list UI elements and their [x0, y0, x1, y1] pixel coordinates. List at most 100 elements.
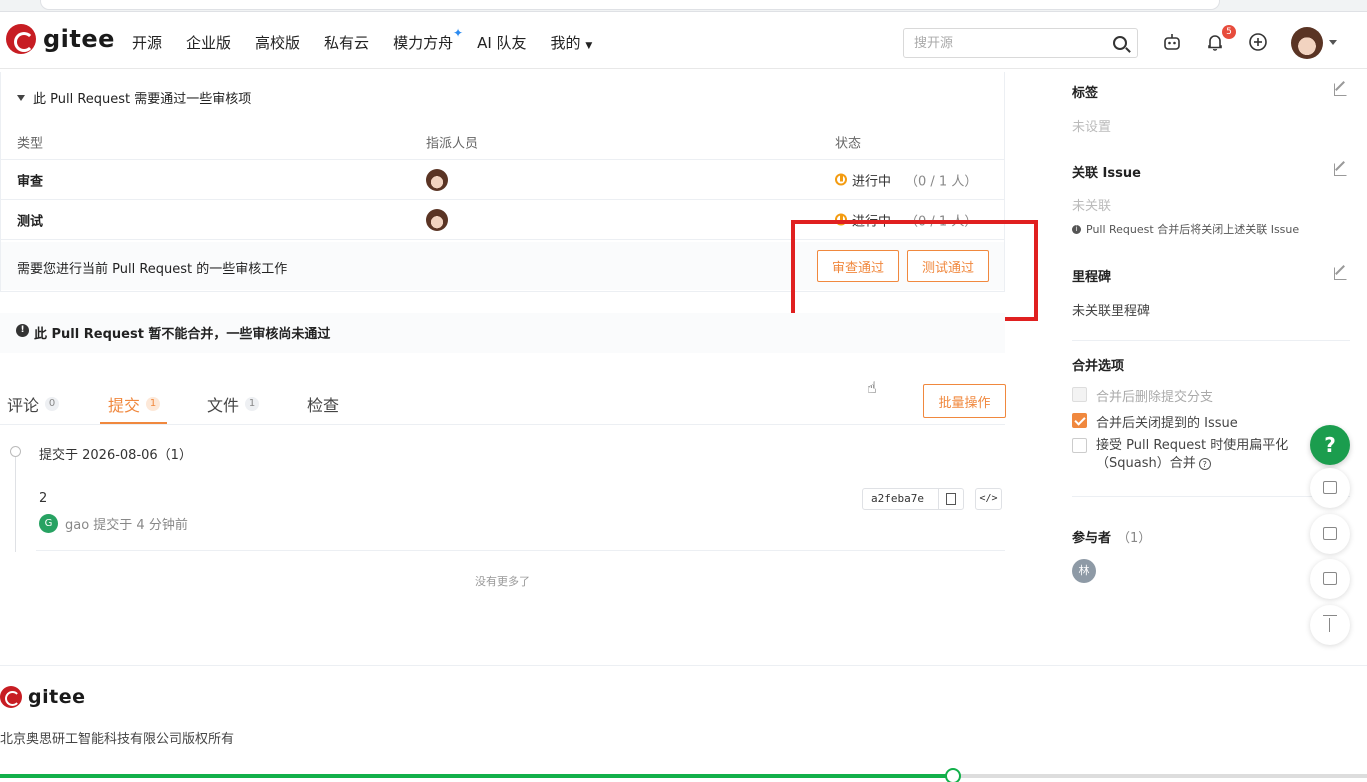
issue-heading: 关联 Issue	[1072, 166, 1141, 181]
feedback-icon	[1323, 481, 1337, 494]
tab-label: 提交	[108, 396, 141, 415]
checkbox[interactable]	[1072, 387, 1087, 402]
merge-options-heading: 合并选项	[1072, 359, 1125, 374]
squash-label-text: 接受 Pull Request 时使用扁平化（Squash）合并	[1096, 438, 1289, 471]
footer-logo-text: gitee	[28, 686, 86, 708]
nav-private-cloud[interactable]: 私有云	[324, 32, 369, 53]
checkbox-label: 合并后删除提交分支	[1096, 390, 1214, 405]
in-progress-icon	[835, 173, 847, 186]
milestone-heading: 里程碑	[1072, 270, 1112, 285]
tab-files[interactable]: 文件 1	[207, 392, 260, 416]
gitee-logo-icon	[6, 24, 36, 54]
tab-label: 评论	[7, 396, 40, 415]
status-text: 进行中	[852, 174, 892, 189]
nav-mine[interactable]: 我的 ▼	[551, 32, 593, 53]
user-menu-caret-icon[interactable]	[1329, 40, 1337, 45]
copyright-text: 北京奥思研工智能科技有限公司版权所有	[0, 732, 235, 747]
chat-bot-icon[interactable]	[1162, 32, 1182, 52]
tab-count: 1	[146, 397, 161, 411]
help-question-icon[interactable]: ?	[1310, 425, 1350, 465]
author-text: gao 提交于 4 分钟前	[65, 518, 188, 533]
assignee-avatar[interactable]	[426, 168, 448, 191]
tab-commits[interactable]: 提交 1	[108, 392, 161, 416]
review-row: 审查 进行中 （0 / 1 人）	[1, 160, 1004, 200]
review-panel-toggle[interactable]: 此 Pull Request 需要通过一些审核项	[17, 88, 251, 107]
nav-moli[interactable]: 模力方舟 ✦	[393, 26, 463, 53]
checkbox-label: 接受 Pull Request 时使用扁平化（Squash）合并?	[1096, 437, 1296, 473]
search-icon[interactable]	[1113, 36, 1127, 50]
nav-open-source[interactable]: 开源	[132, 32, 162, 53]
checkbox[interactable]	[1072, 438, 1087, 453]
edit-note-icon	[1323, 527, 1337, 540]
address-bar[interactable]	[40, 0, 1220, 10]
info-icon: !	[16, 324, 29, 337]
nav-education[interactable]: 高校版	[255, 32, 300, 53]
commit-message[interactable]: 2	[39, 491, 47, 506]
review-table-header: 类型 指派人员 状态	[1, 124, 1004, 160]
col-type: 类型	[17, 136, 44, 151]
user-avatar[interactable]	[1291, 27, 1323, 59]
float-edit-button[interactable]	[1310, 514, 1350, 554]
col-status: 状态	[835, 136, 862, 151]
divider	[1072, 340, 1350, 341]
pr-tabs: 评论 0 提交 1 文件 1 检查	[0, 385, 1005, 425]
assignee-avatar[interactable]	[426, 208, 448, 231]
tab-checks[interactable]: 检查	[307, 392, 339, 416]
edit-issue-icon[interactable]	[1334, 163, 1347, 176]
copy-icon[interactable]	[939, 489, 963, 509]
merge-option-squash: 接受 Pull Request 时使用扁平化（Squash）合并?	[1072, 437, 1296, 473]
divider	[1072, 496, 1350, 497]
divider	[36, 550, 1005, 551]
participant-avatar[interactable]: 林	[1072, 559, 1096, 583]
col-assignee: 指派人员	[426, 136, 479, 151]
edit-labels-icon[interactable]	[1334, 83, 1347, 96]
commit-author: G gao 提交于 4 分钟前	[39, 514, 188, 533]
float-feedback-button[interactable]	[1310, 468, 1350, 508]
milestone-value: 未关联里程碑	[1072, 304, 1151, 319]
gitee-logo-icon	[0, 686, 22, 708]
video-progress-bar[interactable]	[0, 768, 1367, 782]
video-progress-knob[interactable]	[944, 768, 961, 782]
tab-count: 1	[245, 397, 260, 411]
review-action-message: 需要您进行当前 Pull Request 的一些审核工作	[17, 262, 288, 277]
tab-label: 检查	[307, 396, 340, 415]
site-footer: gitee 北京奥思研工智能科技有限公司版权所有	[0, 665, 1367, 782]
nav-moli-label: 模力方舟	[393, 34, 454, 52]
author-avatar[interactable]: G	[39, 514, 58, 533]
tab-count: 0	[45, 397, 60, 411]
search-input[interactable]	[904, 29, 1094, 57]
labels-value: 未设置	[1072, 120, 1112, 135]
nav-ai-teammate[interactable]: AI 队友	[477, 32, 526, 53]
browse-code-icon[interactable]: </>	[975, 488, 1002, 510]
checkbox[interactable]	[1072, 413, 1087, 428]
help-icon[interactable]: ?	[1198, 458, 1211, 470]
commit-timeline-line	[15, 452, 16, 552]
labels-heading: 标签	[1072, 86, 1099, 101]
arrow-up-icon	[1323, 615, 1337, 633]
gitee-logo[interactable]: gitee	[6, 24, 115, 54]
caret-down-icon: ▼	[585, 41, 593, 51]
logo-text: gitee	[43, 25, 115, 53]
plus-circle-icon[interactable]	[1248, 32, 1268, 52]
back-to-top-button[interactable]	[1310, 605, 1350, 645]
merge-blocked-notice: ! 此 Pull Request 暂不能合并，一些审核尚未通过	[0, 313, 1005, 353]
nav-enterprise[interactable]: 企业版	[186, 32, 231, 53]
commit-sha[interactable]: a2feba7e	[863, 489, 939, 509]
tab-comments[interactable]: 评论 0	[7, 392, 60, 416]
footer-logo[interactable]: gitee	[0, 686, 85, 708]
batch-operations-button[interactable]: 批量操作	[923, 384, 1006, 418]
notification-badge: 5	[1222, 25, 1236, 39]
edit-milestone-icon[interactable]	[1334, 267, 1347, 280]
issue-note-text: Pull Request 合并后将关闭上述关联 Issue	[1086, 223, 1300, 236]
red-highlight-annotation	[791, 220, 1038, 321]
commit-date-heading: 提交于 2026-08-06（1）	[39, 448, 192, 463]
test-type: 测试	[17, 214, 44, 229]
participants-title: 参与者	[1072, 531, 1112, 546]
main-nav: 开源 企业版 高校版 私有云 模力方舟 ✦ AI 队友 我的 ▼	[132, 26, 616, 53]
video-progress-fill	[0, 774, 953, 778]
merge-option-delete-branch: 合并后删除提交分支	[1072, 386, 1213, 405]
merge-blocked-text: 此 Pull Request 暂不能合并，一些审核尚未通过	[34, 327, 331, 342]
float-chat-button[interactable]	[1310, 559, 1350, 599]
checkbox-label: 合并后关闭提到的 Issue	[1096, 416, 1238, 431]
participants-count: （1）	[1117, 531, 1152, 546]
